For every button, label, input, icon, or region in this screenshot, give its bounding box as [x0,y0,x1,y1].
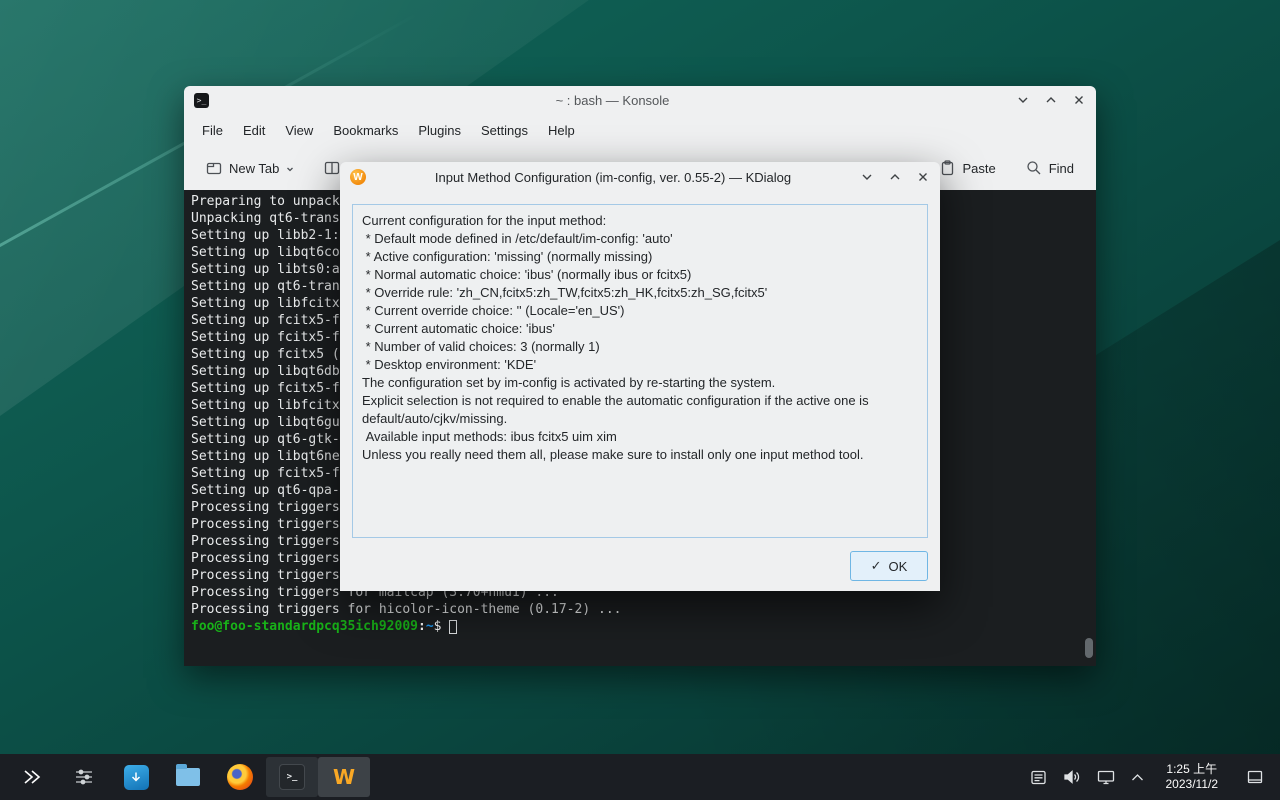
notifications-icon [1030,769,1047,786]
speaker-icon [1063,769,1081,785]
tray-expander-button[interactable] [1131,773,1144,782]
close-icon[interactable] [916,170,930,184]
dialog-message-frame: Current configuration for the input meth… [352,204,928,538]
dialog-message-line: * Number of valid choices: 3 (normally 1… [362,338,918,356]
dialog-message-line: * Default mode defined in /etc/default/i… [362,230,918,248]
taskbar-item-discover[interactable] [110,757,162,797]
im-config-icon: W [350,169,366,185]
prompt-path: ~ [426,618,434,635]
app-launcher-button[interactable] [6,757,58,797]
terminal-scrollbar[interactable] [1085,638,1093,658]
menu-item[interactable]: View [275,118,323,143]
dialog-message-line: Available input methods: ibus fcitx5 uim… [362,428,918,446]
dialog-message-line: Explicit selection is not required to en… [362,392,918,428]
kdialog-title: Input Method Configuration (im-config, v… [374,170,852,185]
sliders-icon [74,768,94,786]
terminal-line: Processing triggers for hicolor-icon-the… [191,601,1096,618]
display-tray-button[interactable] [1097,769,1115,785]
prompt-symbol: $ [434,618,442,635]
mixer-widget-button[interactable] [58,757,110,797]
dialog-message-line: * Current automatic choice: 'ibus' [362,320,918,338]
taskbar-item-konsole[interactable]: >_ [266,757,318,797]
dialog-message-line: * Desktop environment: 'KDE' [362,356,918,374]
discover-icon [124,765,149,790]
search-icon [1026,160,1042,176]
firefox-icon [227,764,253,790]
terminal-cursor [449,620,457,634]
menu-item[interactable]: Settings [471,118,538,143]
konsole-titlebar[interactable]: >_ ~ : bash — Konsole [184,86,1096,114]
find-label: Find [1049,161,1074,176]
konsole-icon: >_ [279,764,305,790]
menu-item[interactable]: Bookmarks [323,118,408,143]
system-tray: 1:25 上午 2023/11/2 [1030,759,1275,795]
dialog-message-line: * Current override choice: '' (Locale='e… [362,302,918,320]
maximize-icon[interactable] [1044,93,1058,107]
konsole-menu-bar: FileEditViewBookmarksPluginsSettingsHelp [184,114,1096,146]
dialog-message-line: * Override rule: 'zh_CN,fcitx5:zh_TW,fci… [362,284,918,302]
prompt-user-host: foo@foo-standardpcq35ich92009 [191,618,418,635]
show-desktop-button[interactable] [1244,759,1266,795]
paste-icon [940,160,955,176]
taskbar-item-firefox[interactable] [214,757,266,797]
ok-button[interactable]: ✓ OK [850,551,928,581]
konsole-window-icon: >_ [194,93,209,108]
kde-launcher-icon [21,768,43,786]
check-icon: ✓ [871,558,882,574]
dialog-message-line: * Active configuration: 'missing' (norma… [362,248,918,266]
kdialog-titlebar[interactable]: W Input Method Configuration (im-config,… [340,162,940,192]
taskbar-panel: >_ W 1:25 上午 2023/11/2 [0,754,1280,800]
clock-time: 1:25 上午 [1166,762,1219,777]
dialog-message-line: Current configuration for the input meth… [362,212,918,230]
prompt-separator: : [418,618,426,635]
volume-tray-button[interactable] [1063,769,1081,785]
chevron-down-icon [286,161,294,176]
clock-date: 2023/11/2 [1166,777,1219,792]
show-desktop-icon [1247,769,1263,785]
konsole-window-title: ~ : bash — Konsole [217,93,1008,108]
folder-icon [176,768,200,786]
menu-item[interactable]: Edit [233,118,275,143]
minimize-icon[interactable] [1016,93,1030,107]
notifications-tray-button[interactable] [1030,769,1047,786]
split-view-icon [324,160,340,176]
new-tab-icon [206,160,222,176]
menu-item[interactable]: Plugins [408,118,471,143]
paste-label: Paste [962,161,995,176]
chevron-up-icon [1131,773,1144,782]
ok-button-label: OK [889,559,908,574]
kdialog-window: W Input Method Configuration (im-config,… [340,162,940,591]
new-tab-button[interactable]: New Tab [198,154,302,182]
maximize-icon[interactable] [888,170,902,184]
find-button[interactable]: Find [1018,154,1082,182]
display-icon [1097,769,1115,785]
dialog-message-line: The configuration set by im-config is ac… [362,374,918,392]
dialog-message-line: * Normal automatic choice: 'ibus' (norma… [362,266,918,284]
paste-button[interactable]: Paste [932,154,1003,182]
menu-item[interactable]: Help [538,118,585,143]
taskbar-item-im-config[interactable]: W [318,757,370,797]
im-config-w-icon: W [333,765,355,789]
terminal-prompt-line: foo@foo-standardpcq35ich92009:~$ [191,618,1096,635]
menu-item[interactable]: File [192,118,233,143]
minimize-icon[interactable] [860,170,874,184]
new-tab-label: New Tab [229,161,279,176]
clock-widget[interactable]: 1:25 上午 2023/11/2 [1160,762,1225,792]
taskbar-item-file-manager[interactable] [162,757,214,797]
close-icon[interactable] [1072,93,1086,107]
dialog-message-line: Unless you really need them all, please … [362,446,918,464]
